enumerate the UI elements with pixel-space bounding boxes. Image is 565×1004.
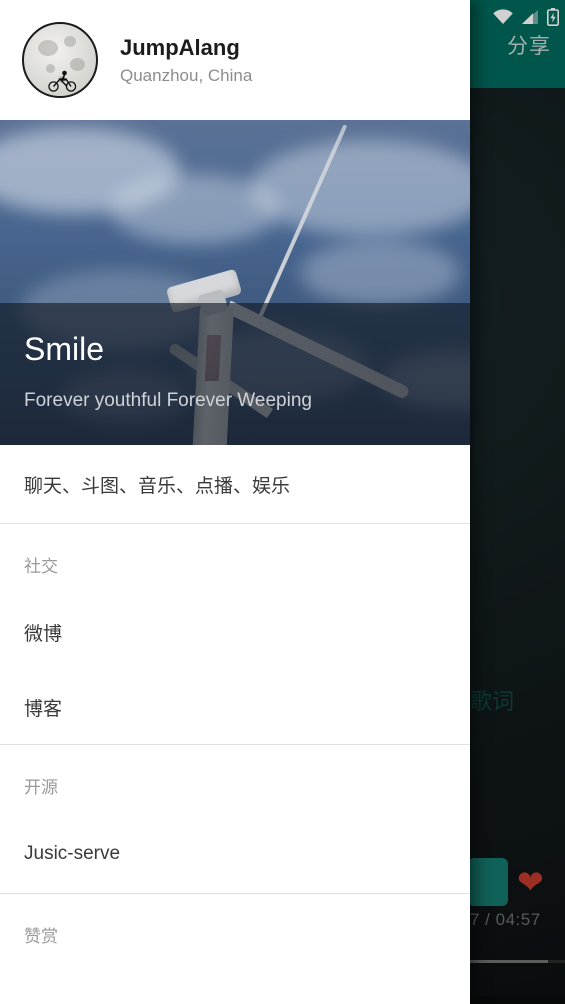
banner-overlay: [0, 303, 470, 445]
menu-item-blog[interactable]: 博客: [0, 670, 470, 744]
header-text: JumpAlang Quanzhou, China: [120, 34, 252, 86]
avatar[interactable]: [22, 22, 98, 98]
navigation-drawer: JumpAlang Quanzhou, China Smile Forever …: [0, 0, 470, 1004]
section-header-social: 社交: [0, 534, 470, 594]
profile-location: Quanzhou, China: [120, 65, 253, 85]
drawer-header[interactable]: JumpAlang Quanzhou, China: [0, 0, 470, 120]
section-label: 社交: [24, 556, 58, 576]
section-header-opensource: 开源: [0, 755, 470, 815]
section-label: 赞赏: [24, 926, 58, 946]
menu-item-weibo[interactable]: 微博: [0, 594, 470, 670]
profile-name: JumpAlang: [120, 35, 240, 61]
banner-title: Smile: [24, 331, 105, 367]
screen: 分享 歌词 ❤ 7 / 04:57 JumpAlang Quanzhou, Ch…: [0, 0, 565, 1004]
section-header-donate: 赞赏: [0, 904, 470, 964]
menu-item-top[interactable]: 聊天、斗图、音乐、点播、娱乐: [0, 445, 470, 523]
banner-subtitle: Forever youthful Forever Weeping: [24, 390, 312, 411]
menu-item-label: 聊天、斗图、音乐、点播、娱乐: [24, 475, 291, 497]
menu-item-jusic-serve[interactable]: Jusic-serve: [0, 815, 470, 893]
menu-item-label: 微博: [24, 623, 63, 645]
menu-item-label: Jusic-serve: [24, 843, 121, 864]
cyclist-icon: [48, 70, 77, 92]
menu-item-label: 博客: [24, 698, 63, 720]
section-label: 开源: [24, 777, 58, 797]
